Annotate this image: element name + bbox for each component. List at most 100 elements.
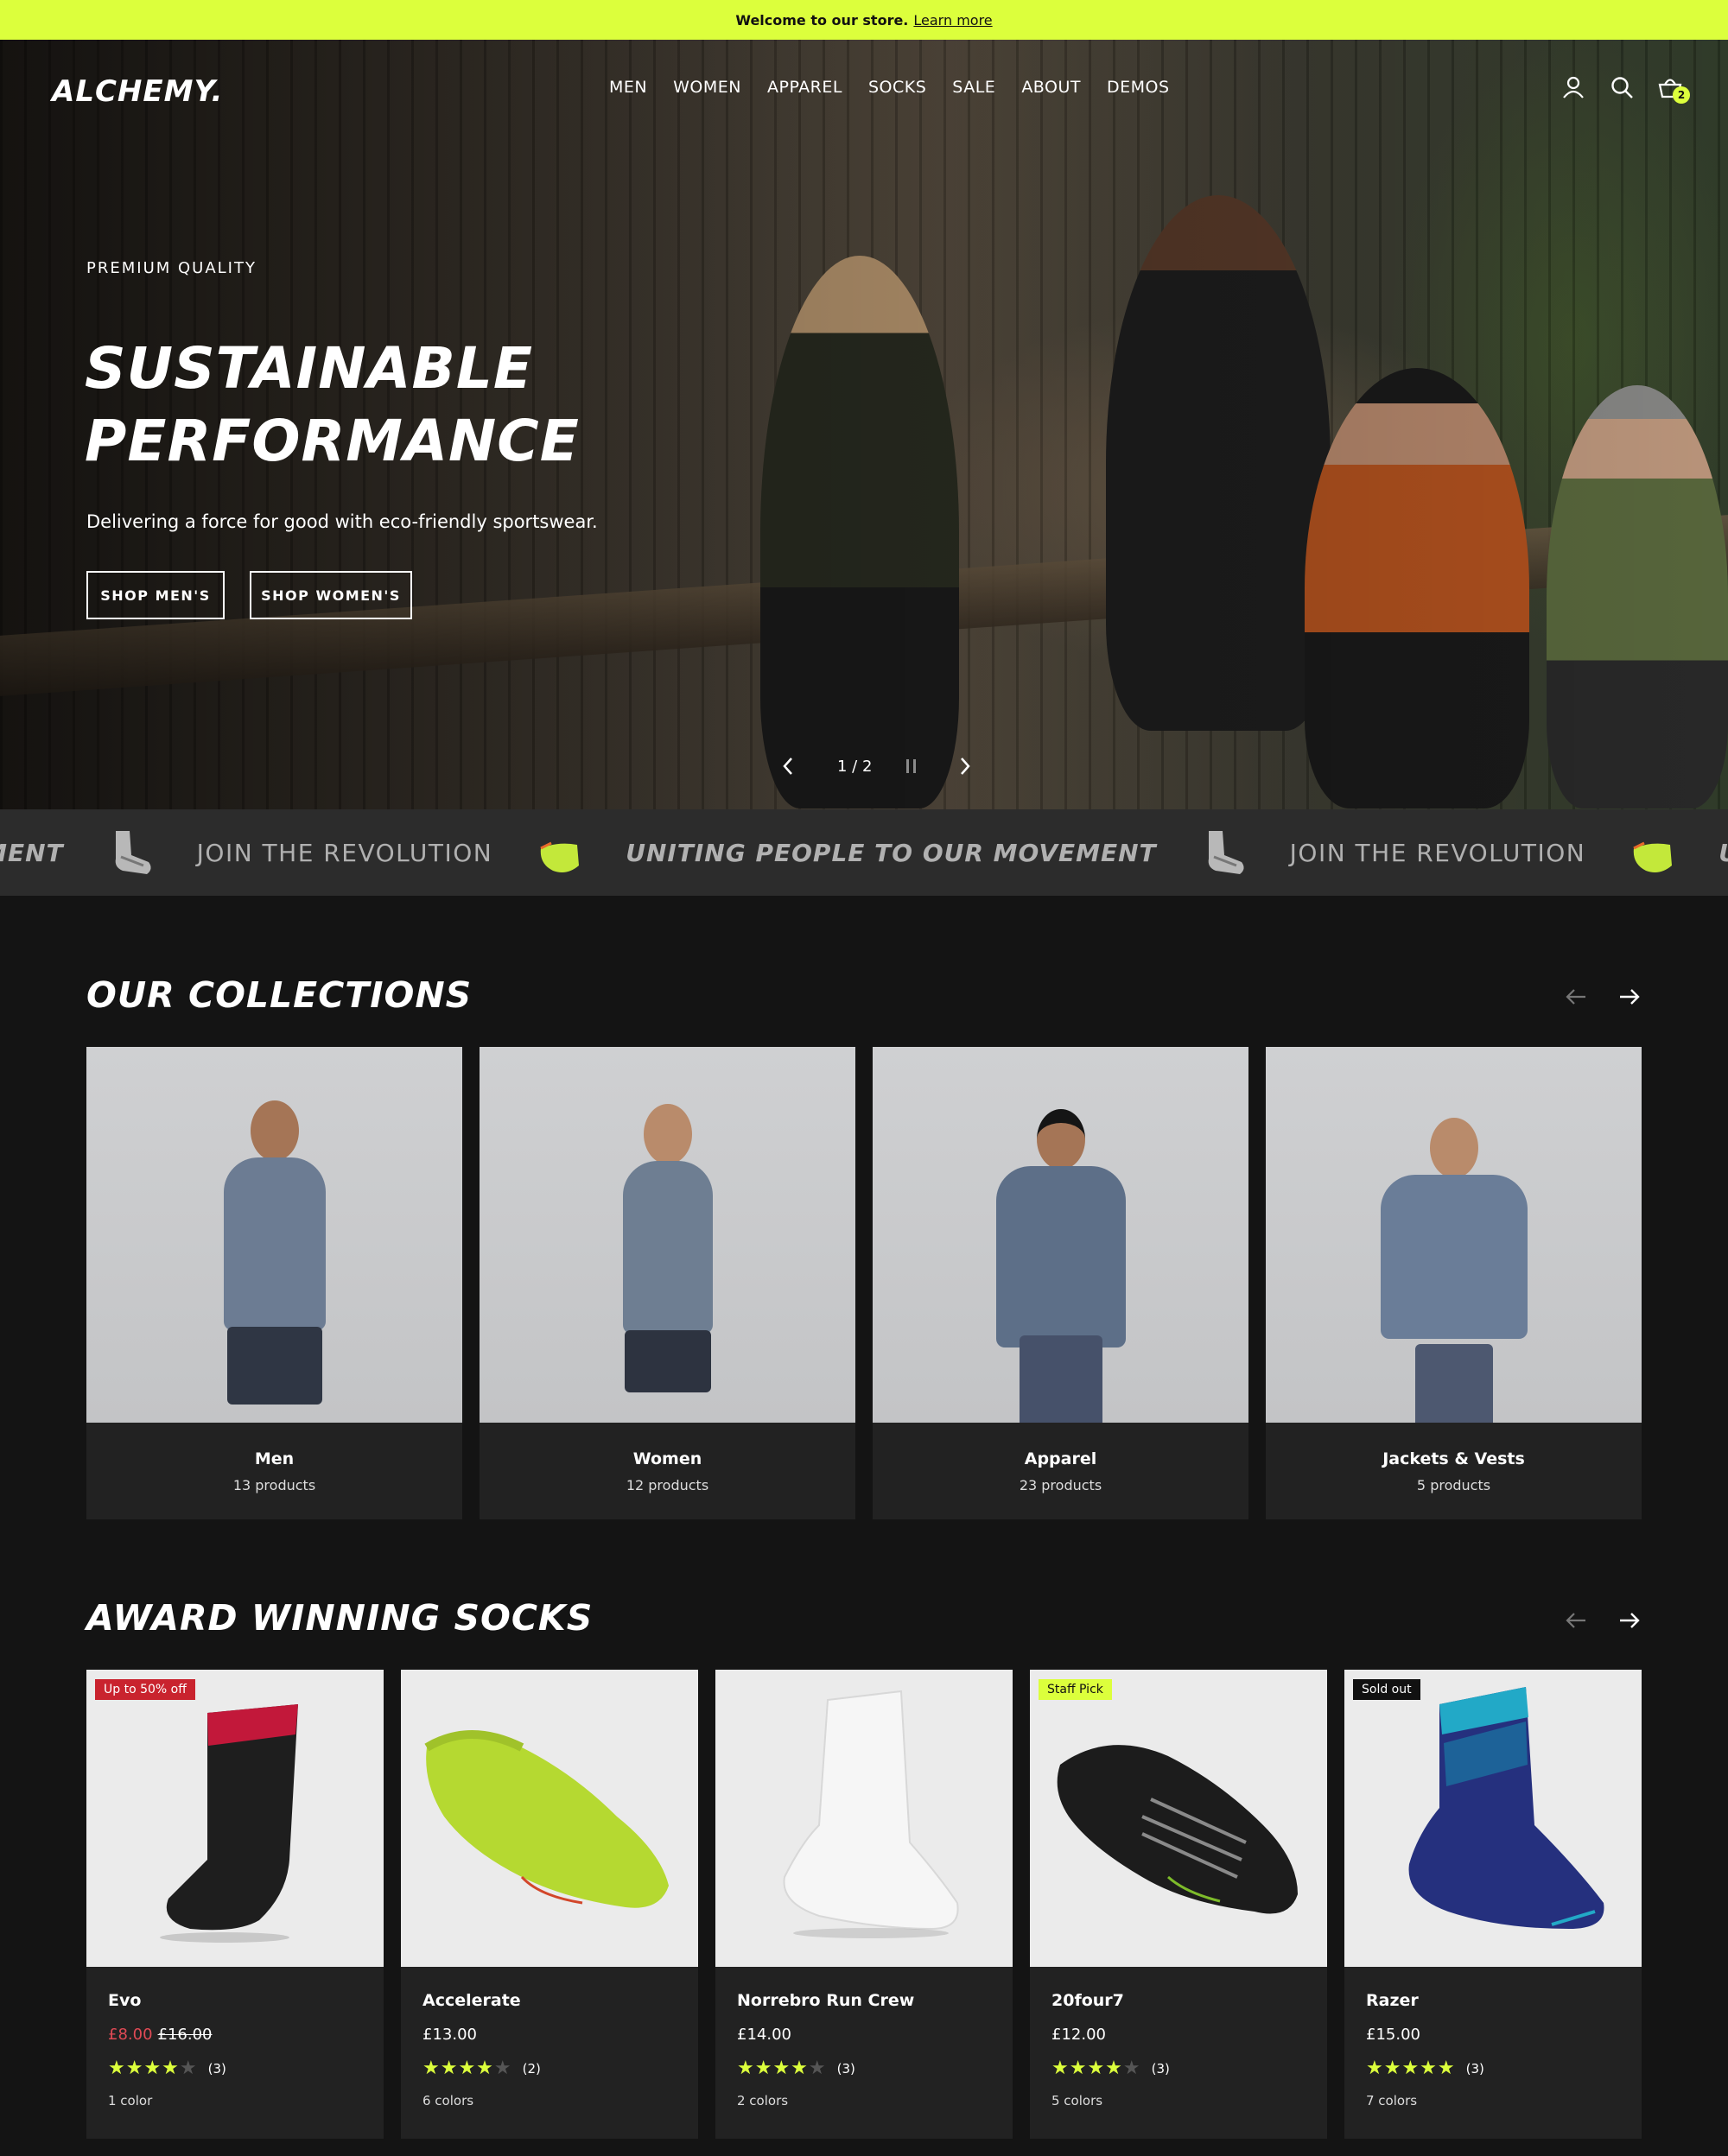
collection-name: Women (632, 1449, 702, 1468)
arrow-left-icon[interactable] (1562, 1607, 1590, 1634)
product-card[interactable]: Sold out Razer £15.00 ★★★★★ (3) 7 colors (1344, 1670, 1642, 2139)
collection-image (1266, 1047, 1642, 1423)
collection-meta: Women 12 products (480, 1423, 855, 1519)
product-info: Razer £15.00 ★★★★★ (3) 7 colors (1344, 1967, 1642, 2133)
color-count: 6 colors (422, 2093, 474, 2108)
product-info: Norrebro Run Crew £14.00 ★★★★★ (3) 2 col… (715, 1967, 1013, 2133)
cart-icon[interactable]: 2 (1655, 73, 1690, 104)
arrow-right-icon[interactable] (1616, 983, 1643, 1011)
hero-subtitle: Delivering a force for good with eco-fri… (86, 511, 598, 532)
product-rating: ★★★★★ (3) (108, 2058, 362, 2079)
collection-card-jackets-vests[interactable]: Jackets & Vests 5 products (1266, 1047, 1642, 1519)
color-count: 7 colors (1366, 2093, 1418, 2108)
account-icon[interactable] (1559, 73, 1588, 102)
search-icon[interactable] (1607, 73, 1636, 102)
sock-icon (532, 826, 586, 879)
collection-card-apparel[interactable]: Apparel 23 products (873, 1047, 1248, 1519)
product-name[interactable]: Accelerate (422, 1991, 677, 2010)
product-price: £13.00 (422, 2026, 477, 2044)
product-info: Evo £8.00 £16.00 ★★★★★ (3) 1 color (86, 1967, 384, 2133)
arrow-left-icon[interactable] (1562, 983, 1590, 1011)
logo[interactable]: ALCHEMY. (52, 74, 223, 109)
product-info: Accelerate £13.00 ★★★★★ (2) 6 colors (401, 1967, 698, 2133)
collection-meta: Jackets & Vests 5 products (1266, 1423, 1642, 1519)
collection-card-men[interactable]: Men 13 products (86, 1047, 462, 1519)
product-rating: ★★★★★ (3) (737, 2058, 991, 2079)
product-name[interactable]: 20four7 (1051, 1991, 1306, 2010)
menu-item-men[interactable]: MEN (609, 78, 647, 97)
review-count: (3) (1151, 2060, 1170, 2077)
collection-card-women[interactable]: Women 12 products (480, 1047, 855, 1519)
product-image (715, 1670, 1013, 1967)
learn-more-link[interactable]: Learn more (913, 12, 992, 29)
product-card[interactable]: Norrebro Run Crew £14.00 ★★★★★ (3) 2 col… (715, 1670, 1013, 2139)
product-price: £8.00 £16.00 (108, 2026, 362, 2044)
header-icons: 2 (1559, 73, 1690, 104)
main-menu: MEN WOMEN APPAREL SOCKS SALE ABOUT DEMOS (609, 78, 1170, 97)
marquee-text: UNITING PEOPLE TO OUR M (1718, 839, 1728, 867)
hero-title: SUSTAINABLE PERFORMANCE (85, 335, 580, 474)
color-count: 2 colors (737, 2093, 789, 2108)
star-rating-icon: ★★★★★ (422, 2058, 512, 2079)
product-price: £12.00 (1051, 2026, 1106, 2044)
arrow-right-icon[interactable] (1616, 1607, 1643, 1634)
product-name[interactable]: Evo (108, 1991, 362, 2010)
menu-item-about[interactable]: ABOUT (1021, 78, 1081, 97)
announcement-text: Welcome to our store. (735, 11, 909, 29)
sock-image (1408, 1687, 1604, 1929)
marquee-text: JOIN THE REVOLUTION (1289, 838, 1586, 867)
scrolling-marquee: EMENT JOIN THE REVOLUTION UNITING PEOPLE… (0, 809, 1728, 896)
collection-count: 13 products (232, 1476, 316, 1493)
slider-controls: 1 / 2 (773, 751, 980, 781)
sock-icon (1197, 826, 1250, 879)
sock-image (1057, 1745, 1298, 1914)
staff-pick-badge: Staff Pick (1039, 1679, 1112, 1700)
collection-meta: Men 13 products (86, 1423, 462, 1519)
sold-out-badge: Sold out (1353, 1679, 1420, 1700)
star-rating-icon: ★★★★★ (108, 2058, 198, 2079)
menu-item-apparel[interactable]: APPAREL (767, 78, 842, 97)
collections-grid: Men 13 products Women 12 products Appare… (86, 1047, 1642, 1519)
review-count: (3) (836, 2060, 855, 2077)
collections-arrows (1562, 983, 1643, 1011)
marquee-track: EMENT JOIN THE REVOLUTION UNITING PEOPLE… (0, 809, 1728, 896)
menu-item-demos[interactable]: DEMOS (1107, 78, 1170, 97)
pause-icon[interactable] (906, 759, 917, 773)
sock-image (160, 1704, 298, 1943)
collection-count: 5 products (1416, 1476, 1491, 1493)
announcement-bar: Welcome to our store. Learn more (0, 0, 1728, 40)
product-image (401, 1670, 698, 1967)
collection-image (480, 1047, 855, 1423)
product-name[interactable]: Razer (1366, 1991, 1620, 2010)
review-count: (3) (207, 2060, 226, 2077)
shop-womens-button[interactable]: SHOP WOMEN'S (250, 571, 412, 619)
socks-grid: Up to 50% off Evo £8.00 £16.00 ★★★★★ (3) … (86, 1670, 1642, 2139)
socks-arrows (1562, 1607, 1643, 1634)
next-slide-icon[interactable] (950, 751, 980, 781)
product-image: Sold out (1344, 1670, 1642, 1967)
collection-name: Jackets & Vests (1382, 1449, 1525, 1468)
prev-slide-icon[interactable] (773, 751, 803, 781)
product-rating: ★★★★★ (3) (1051, 2058, 1306, 2079)
product-card[interactable]: Staff Pick 20four7 £12.00 ★★★★★ (3) 5 co… (1030, 1670, 1327, 2139)
menu-item-socks[interactable]: SOCKS (868, 78, 926, 97)
sale-badge: Up to 50% off (95, 1679, 195, 1700)
marquee-text: EMENT (0, 838, 64, 867)
product-card[interactable]: Accelerate £13.00 ★★★★★ (2) 6 colors (401, 1670, 698, 2139)
star-rating-icon: ★★★★★ (1051, 2058, 1141, 2079)
slide-indicator: 1 / 2 (837, 757, 873, 776)
cart-count-badge: 2 (1673, 86, 1690, 104)
collection-count: 12 products (626, 1476, 709, 1493)
menu-item-sale[interactable]: SALE (952, 78, 995, 97)
shop-mens-button[interactable]: SHOP MEN'S (86, 571, 225, 619)
menu-item-women[interactable]: WOMEN (673, 78, 741, 97)
product-name[interactable]: Norrebro Run Crew (737, 1991, 991, 2010)
color-count: 5 colors (1051, 2093, 1103, 2108)
hero-eyebrow: PREMIUM QUALITY (86, 259, 257, 277)
product-card[interactable]: Up to 50% off Evo £8.00 £16.00 ★★★★★ (3) … (86, 1670, 384, 2139)
socks-title: AWARD WINNING SOCKS (86, 1597, 594, 1639)
collection-image (873, 1047, 1248, 1423)
marquee-text: JOIN THE REVOLUTION (196, 838, 493, 867)
sale-price: £8.00 (108, 2026, 153, 2044)
marquee-text: UNITING PEOPLE TO OUR MOVEMENT (626, 838, 1157, 867)
